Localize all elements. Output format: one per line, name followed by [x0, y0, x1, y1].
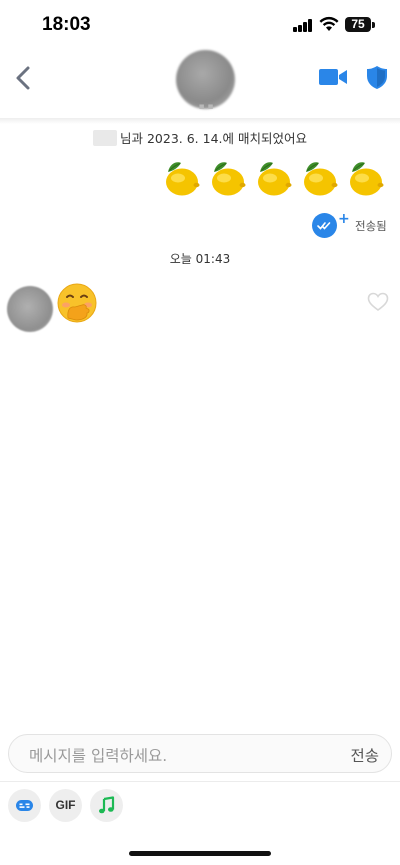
battery-cap [372, 21, 375, 28]
lemon-icon [166, 162, 200, 196]
sticker-button[interactable] [8, 789, 41, 822]
plus-icon: + [338, 211, 350, 227]
status-time: 18:03 [42, 14, 91, 35]
send-button[interactable]: 전송 [350, 744, 379, 766]
match-avatar[interactable] [176, 50, 235, 109]
lemon-icon [212, 162, 246, 196]
message-input-placeholder[interactable]: 메시지를 입력하세요. [29, 744, 167, 766]
cellular-signal-icon [293, 19, 313, 32]
message-input[interactable]: 메시지를 입력하세요. 전송 [8, 734, 392, 773]
hand-over-mouth-emoji[interactable] [56, 282, 98, 324]
toolbar-divider [0, 781, 400, 782]
sent-message[interactable] [158, 158, 390, 200]
home-indicator [129, 851, 271, 856]
match-notice-text: 님과 2023. 6. 14.에 매치되었어요 [120, 131, 307, 146]
sticker-icon [16, 800, 33, 811]
match-notice: 님과 2023. 6. 14.에 매치되었어요 [0, 128, 400, 146]
music-icon [99, 796, 115, 814]
heart-icon[interactable] [367, 292, 389, 312]
gif-button[interactable]: GIF [49, 789, 82, 822]
lemon-icon [350, 162, 384, 196]
double-check-icon[interactable] [312, 213, 337, 238]
chevron-left-icon[interactable] [12, 64, 36, 92]
header-divider [0, 118, 400, 124]
video-camera-icon[interactable] [319, 67, 347, 87]
battery-level: 75 [345, 17, 371, 32]
wifi-icon [319, 16, 339, 31]
date-separator: 오늘 01:43 [169, 252, 231, 266]
sent-status: 전송됨 [355, 219, 387, 233]
music-button[interactable] [90, 789, 123, 822]
lemon-icon [304, 162, 338, 196]
lemon-icon [258, 162, 292, 196]
status-bar: 18:03 75 [0, 0, 400, 50]
redacted-name [93, 129, 117, 146]
sender-avatar[interactable] [7, 286, 53, 332]
chat-header: ▪ ▪ [0, 50, 400, 120]
match-name: ▪ ▪ [198, 102, 214, 112]
shield-icon[interactable] [366, 65, 388, 90]
